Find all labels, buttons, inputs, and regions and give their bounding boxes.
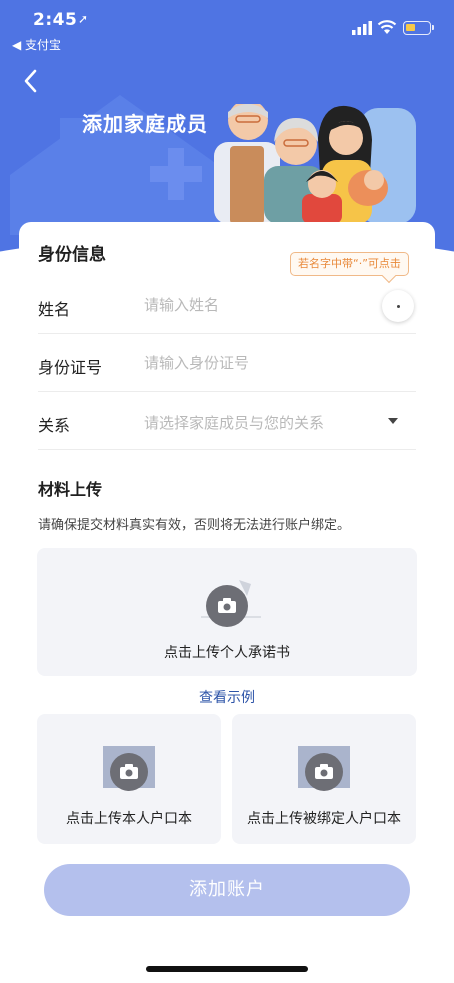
materials-hint: 请确保提交材料真实有效，否则将无法进行账户绑定。 xyxy=(38,518,351,533)
upload-own-label: 点击上传本人户口本 xyxy=(66,811,192,827)
document-placeholder-icon xyxy=(201,580,261,627)
upload-commitment-label: 点击上传个人承诺书 xyxy=(164,645,290,661)
materials-section-title: 材料上传 xyxy=(38,480,103,499)
identity-section-title: 身份信息 xyxy=(38,245,106,265)
view-example-link[interactable]: 查看示例 xyxy=(19,687,435,707)
relationship-select[interactable]: 请选择家庭成员与您的关系 xyxy=(144,412,324,433)
relationship-row[interactable]: 关系 请选择家庭成员与您的关系 xyxy=(38,392,416,450)
upload-own-household-register[interactable]: 点击上传本人户口本 xyxy=(37,714,221,844)
insert-dot-button[interactable] xyxy=(382,290,414,322)
add-account-button[interactable]: 添加账户 xyxy=(44,864,410,916)
camera-icon xyxy=(103,746,155,791)
camera-icon xyxy=(298,746,350,791)
upload-bound-household-register[interactable]: 点击上传被绑定人户口本 xyxy=(232,714,416,844)
back-button[interactable] xyxy=(18,66,44,96)
dropdown-caret-icon xyxy=(388,418,398,424)
status-time: 2:45 xyxy=(33,10,78,30)
back-to-app-link[interactable]: ◀ 支付宝 xyxy=(12,36,61,53)
location-arrow-icon: ➚ xyxy=(78,12,89,26)
name-row: 姓名 xyxy=(38,276,416,334)
upload-commitment-letter[interactable]: 点击上传个人承诺书 xyxy=(37,548,417,676)
id-number-input[interactable] xyxy=(144,348,374,378)
name-label: 姓名 xyxy=(38,300,71,319)
dot-hint-tooltip: 若名字中带“·”可点击 xyxy=(290,252,409,276)
wifi-icon xyxy=(377,20,397,34)
family-illustration xyxy=(214,104,416,224)
form-card: 身份信息 若名字中带“·”可点击 姓名 身份证号 关系 请选择家庭成员与您的关系… xyxy=(19,222,435,852)
page-title: 添加家庭成员 xyxy=(82,112,208,136)
cellular-signal-icon xyxy=(352,21,372,35)
name-input[interactable] xyxy=(144,290,374,320)
upload-bound-label: 点击上传被绑定人户口本 xyxy=(247,811,401,827)
home-indicator xyxy=(146,966,308,972)
id-number-label: 身份证号 xyxy=(38,358,103,377)
status-bar: 2:45 ➚ ◀ 支付宝 xyxy=(0,0,454,52)
battery-icon xyxy=(403,21,434,35)
relationship-label: 关系 xyxy=(38,416,71,435)
id-number-row: 身份证号 xyxy=(38,334,416,392)
